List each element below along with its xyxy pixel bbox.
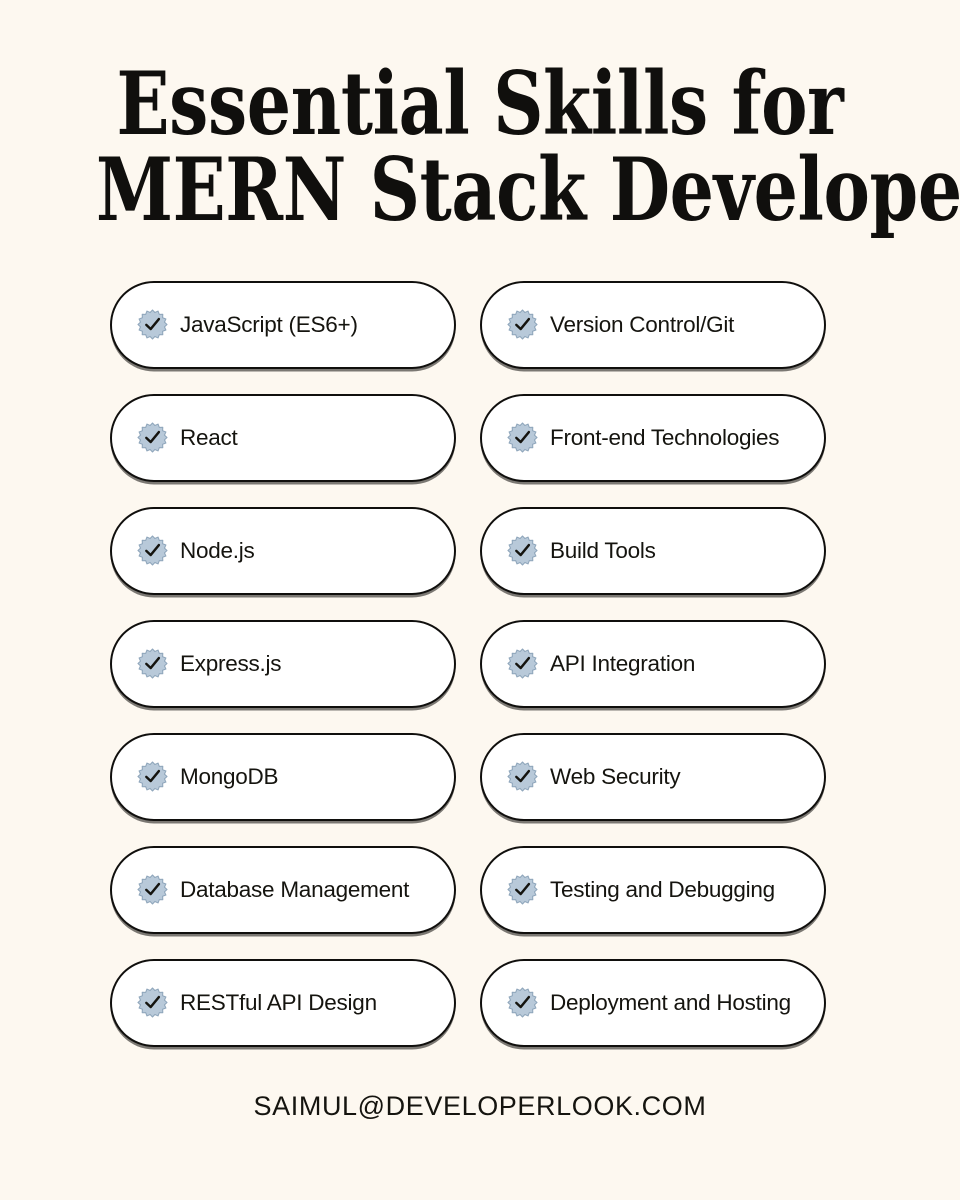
skill-label: Database Management (180, 876, 410, 902)
skill-label: Node.js (180, 537, 255, 563)
skill-pill-left-4[interactable]: Express.js (110, 619, 456, 708)
verified-check-badge-icon (507, 987, 538, 1018)
verified-check-badge-icon (137, 987, 168, 1018)
title-line-2: MERN Stack Developers (96, 138, 960, 242)
skill-pill-right-3[interactable]: Build Tools (480, 506, 826, 595)
skill-pill-left-6[interactable]: Database Management (110, 845, 456, 934)
footer-contact-email: SAIMUL@DEVELOPERLOOK.COM (253, 1090, 707, 1121)
skill-pill-right-7[interactable]: Deployment and Hosting (480, 958, 826, 1047)
skills-grid: JavaScript (ES6+) Version Control/Git Reac… (110, 280, 850, 1047)
skill-pill-left-5[interactable]: MongoDB (110, 732, 456, 821)
skill-label: Version Control/Git (550, 311, 735, 337)
poster-root: Essential Skills for MERN Stack Develope… (0, 0, 960, 1200)
skill-label: Express.js (180, 650, 282, 676)
skill-label: MongoDB (180, 763, 279, 789)
skill-pill-right-5[interactable]: Web Security (480, 732, 826, 821)
verified-check-badge-icon (137, 874, 168, 905)
skill-pill-right-1[interactable]: Version Control/Git (480, 280, 826, 369)
verified-check-badge-icon (507, 761, 538, 792)
verified-check-badge-icon (507, 535, 538, 566)
skill-pill-left-7[interactable]: RESTful API Design (110, 958, 456, 1047)
verified-check-badge-icon (507, 874, 538, 905)
skill-pill-right-4[interactable]: API Integration (480, 619, 826, 708)
skill-label: Front-end Technologies (550, 424, 780, 450)
verified-check-badge-icon (137, 648, 168, 679)
skill-label: JavaScript (ES6+) (180, 311, 358, 337)
skill-pill-left-3[interactable]: Node.js (110, 506, 456, 595)
footer: SAIMUL@DEVELOPERLOOK.COM (0, 1091, 960, 1122)
skill-label: Testing and Debugging (550, 876, 775, 902)
verified-check-badge-icon (137, 309, 168, 340)
verified-check-badge-icon (507, 422, 538, 453)
title-line-1: Essential Skills for (116, 52, 844, 155)
skill-label: API Integration (550, 650, 696, 676)
skill-label: RESTful API Design (180, 989, 377, 1015)
verified-check-badge-icon (137, 535, 168, 566)
verified-check-badge-icon (137, 761, 168, 792)
skill-pill-right-6[interactable]: Testing and Debugging (480, 845, 826, 934)
verified-check-badge-icon (507, 648, 538, 679)
skill-pill-left-2[interactable]: React (110, 393, 456, 482)
skill-label: Build Tools (550, 537, 656, 563)
page-title: Essential Skills for MERN Stack Develope… (0, 0, 960, 242)
verified-check-badge-icon (137, 422, 168, 453)
verified-check-badge-icon (507, 309, 538, 340)
skill-pill-right-2[interactable]: Front-end Technologies (480, 393, 826, 482)
skill-label: React (180, 424, 238, 450)
skill-label: Deployment and Hosting (550, 989, 791, 1015)
skill-label: Web Security (550, 763, 681, 789)
skill-pill-left-1[interactable]: JavaScript (ES6+) (110, 280, 456, 369)
